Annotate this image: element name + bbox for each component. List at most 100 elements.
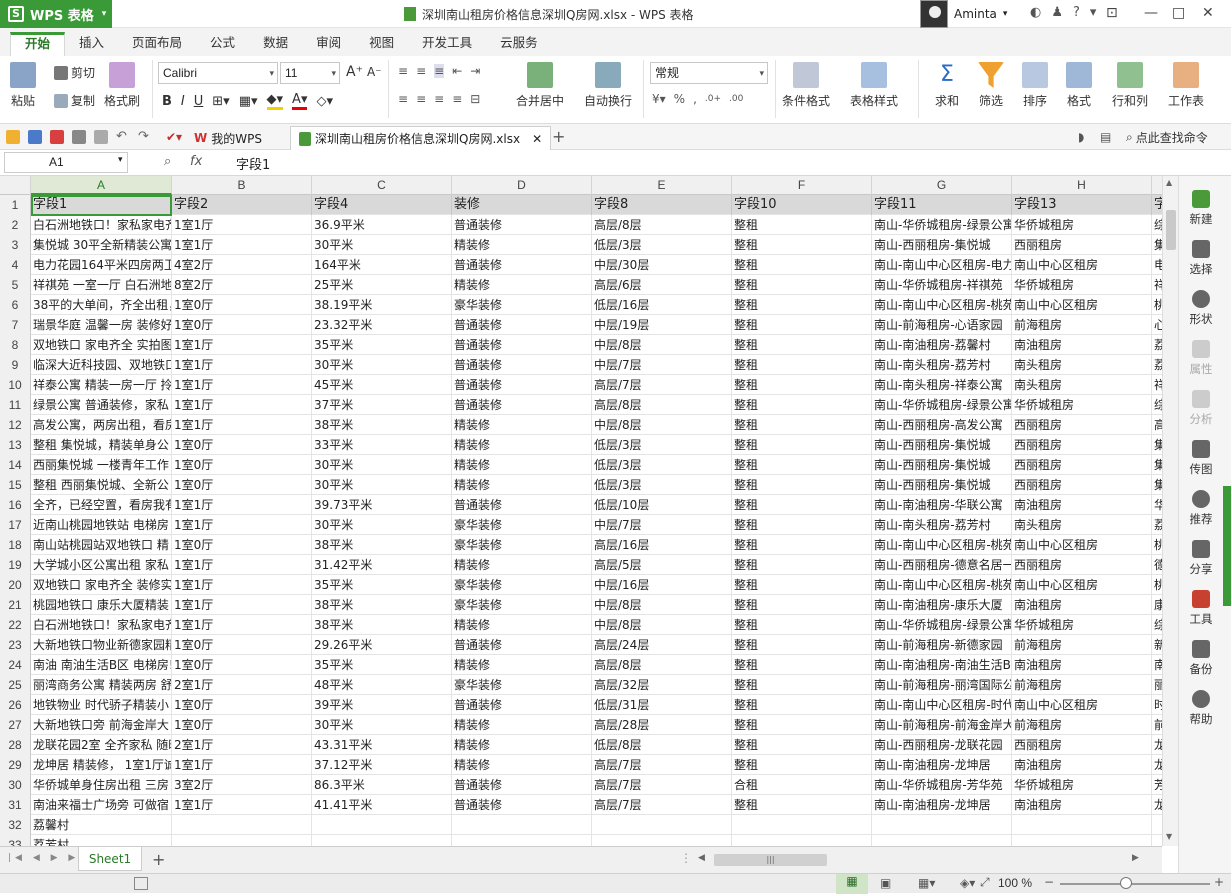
table-cell[interactable]: 龙联花园2室 全齐家私 随时 <box>31 735 172 755</box>
table-cell[interactable]: 30平米 <box>312 455 452 475</box>
row-header[interactable]: 10 <box>0 375 31 395</box>
table-cell[interactable]: 南山-华侨城租房-绿景公寓 <box>872 215 1012 235</box>
table-cell[interactable]: 西丽租房 <box>1012 415 1152 435</box>
table-cell[interactable]: 整租 <box>732 635 872 655</box>
table-cell[interactable] <box>172 815 312 835</box>
table-cell[interactable]: 普通装修 <box>452 695 592 715</box>
table-cell[interactable]: 南山中心区租房 <box>1012 295 1152 315</box>
table-cell[interactable]: 30平米 <box>312 515 452 535</box>
table-cell[interactable]: 南山-南油租房-康乐大厦 <box>872 595 1012 615</box>
table-cell[interactable]: 整租 <box>732 375 872 395</box>
user-account[interactable]: Aminta ▾ <box>920 0 1007 28</box>
pdf-icon[interactable] <box>50 130 64 144</box>
table-cell[interactable]: 南山站桃园站双地铁口 精 <box>31 535 172 555</box>
normal-view-icon[interactable]: ▦ <box>836 874 868 894</box>
horizontal-scroll-thumb[interactable]: ||| <box>714 854 827 866</box>
table-cell[interactable]: 30平米 <box>312 475 452 495</box>
table-cell[interactable]: 南山-南山中心区租房-时代骄子 <box>872 695 1012 715</box>
table-cell[interactable]: 大学城小区公寓出租 家私 <box>31 555 172 575</box>
table-cell[interactable]: 华侨城单身住房出租 三房 <box>31 775 172 795</box>
table-cell[interactable]: 低层/31层 <box>592 695 732 715</box>
decrease-font-icon[interactable]: A⁻ <box>367 65 382 79</box>
column-header[interactable]: H <box>1012 176 1152 195</box>
dropdown-icon[interactable]: ▾ <box>1090 5 1097 20</box>
table-cell[interactable]: 整租 <box>732 455 872 475</box>
table-cell[interactable]: 普通装修 <box>452 335 592 355</box>
row-header[interactable]: 3 <box>0 235 31 255</box>
table-cell[interactable]: 南山-南油租房-荔馨村 <box>872 335 1012 355</box>
table-cell[interactable]: 高层/6层 <box>592 275 732 295</box>
table-cell[interactable]: 普通装修 <box>452 395 592 415</box>
table-cell[interactable]: 整租 <box>732 555 872 575</box>
table-cell[interactable]: 1室1厅 <box>172 515 312 535</box>
column-header[interactable]: B <box>172 176 312 195</box>
table-cell[interactable]: 1室1厅 <box>172 595 312 615</box>
align-right-icon[interactable]: ≡ <box>434 92 444 106</box>
panel-upload-image[interactable]: 传图 <box>1179 440 1223 477</box>
page-break-view-icon[interactable]: ▦▾ <box>918 876 935 890</box>
table-cell[interactable] <box>452 815 592 835</box>
table-cell[interactable]: 整租 <box>732 475 872 495</box>
table-cell[interactable]: 1室1厅 <box>172 555 312 575</box>
table-cell[interactable]: 合租 <box>732 775 872 795</box>
table-cell[interactable]: 整租 <box>732 395 872 415</box>
table-cell[interactable]: 西丽租房 <box>1012 475 1152 495</box>
table-cell[interactable]: 整租 <box>732 255 872 275</box>
table-cell[interactable]: 南山-南头租房-荔芳村 <box>872 355 1012 375</box>
table-cell[interactable]: 西丽租房 <box>1012 435 1152 455</box>
row-header[interactable]: 18 <box>0 535 31 555</box>
table-cell[interactable]: 豪华装修 <box>452 595 592 615</box>
tab-cloud[interactable]: 云服务 <box>486 32 552 56</box>
row-header[interactable]: 28 <box>0 735 31 755</box>
table-cell[interactable]: 1室1厅 <box>172 335 312 355</box>
panel-analysis[interactable]: 分析 <box>1179 390 1223 427</box>
table-cell[interactable]: 电力花园164平米四房两卫 <box>31 255 172 275</box>
font-size-select[interactable]: 11 <box>280 62 340 84</box>
table-cell[interactable]: 电 <box>1152 255 1162 275</box>
table-cell[interactable]: 普通装修 <box>452 215 592 235</box>
table-cell[interactable]: 整租 <box>732 595 872 615</box>
column-header[interactable]: G <box>872 176 1012 195</box>
merge-center-button[interactable]: 合并居中 <box>516 62 564 109</box>
table-cell[interactable]: 桃 <box>1152 535 1162 555</box>
table-cell[interactable]: 整租 <box>732 295 872 315</box>
table-cell[interactable]: 23.32平米 <box>312 315 452 335</box>
table-cell[interactable]: 南山-西丽租房-集悦城 <box>872 235 1012 255</box>
table-cell[interactable]: 中层/8层 <box>592 335 732 355</box>
table-cell[interactable]: 精装修 <box>452 415 592 435</box>
tab-page-layout[interactable]: 页面布局 <box>118 32 196 56</box>
print-preview-icon[interactable] <box>94 130 108 144</box>
table-cell[interactable]: 华侨城租房 <box>1012 275 1152 295</box>
table-cell[interactable]: 中层/8层 <box>592 595 732 615</box>
table-cell[interactable]: 综 <box>1152 395 1162 415</box>
table-cell[interactable]: 1室1厅 <box>172 395 312 415</box>
zoom-slider[interactable] <box>1060 883 1210 885</box>
table-cell[interactable]: 精装修 <box>452 615 592 635</box>
percent-icon[interactable]: % <box>674 92 685 106</box>
table-cell[interactable]: 高层/7层 <box>592 795 732 815</box>
header-cell[interactable]: 字段11 <box>872 195 1012 215</box>
header-cell[interactable]: 字段8 <box>592 195 732 215</box>
table-cell[interactable]: 华侨城租房 <box>1012 615 1152 635</box>
name-box[interactable]: A1 <box>4 152 128 173</box>
table-cell[interactable]: 低层/10层 <box>592 495 732 515</box>
sum-button[interactable]: Σ 求和 <box>934 62 960 109</box>
table-cell[interactable] <box>592 835 732 846</box>
increase-font-icon[interactable]: A⁺ <box>346 64 363 80</box>
table-cell[interactable]: 南山-前海租房-心语家园 <box>872 315 1012 335</box>
table-cell[interactable]: 中层/30层 <box>592 255 732 275</box>
scroll-right-icon[interactable]: ▶ <box>1132 853 1139 863</box>
row-header[interactable]: 12 <box>0 415 31 435</box>
table-cell[interactable]: 3室2厅 <box>172 775 312 795</box>
table-cell[interactable]: 大新地铁口旁 前海金岸大 <box>31 715 172 735</box>
panel-new[interactable]: 新建 <box>1179 190 1223 227</box>
user-menu-chevron-icon[interactable]: ▾ <box>1003 9 1008 19</box>
save-icon[interactable] <box>28 130 42 144</box>
row-header[interactable]: 13 <box>0 435 31 455</box>
table-cell[interactable]: 1室0厅 <box>172 295 312 315</box>
table-cell[interactable]: 丽湾商务公寓 精装两房 舒 <box>31 675 172 695</box>
table-cell[interactable]: 1室0厅 <box>172 655 312 675</box>
table-cell[interactable]: 35平米 <box>312 575 452 595</box>
row-header[interactable]: 30 <box>0 775 31 795</box>
table-cell[interactable]: 普通装修 <box>452 775 592 795</box>
